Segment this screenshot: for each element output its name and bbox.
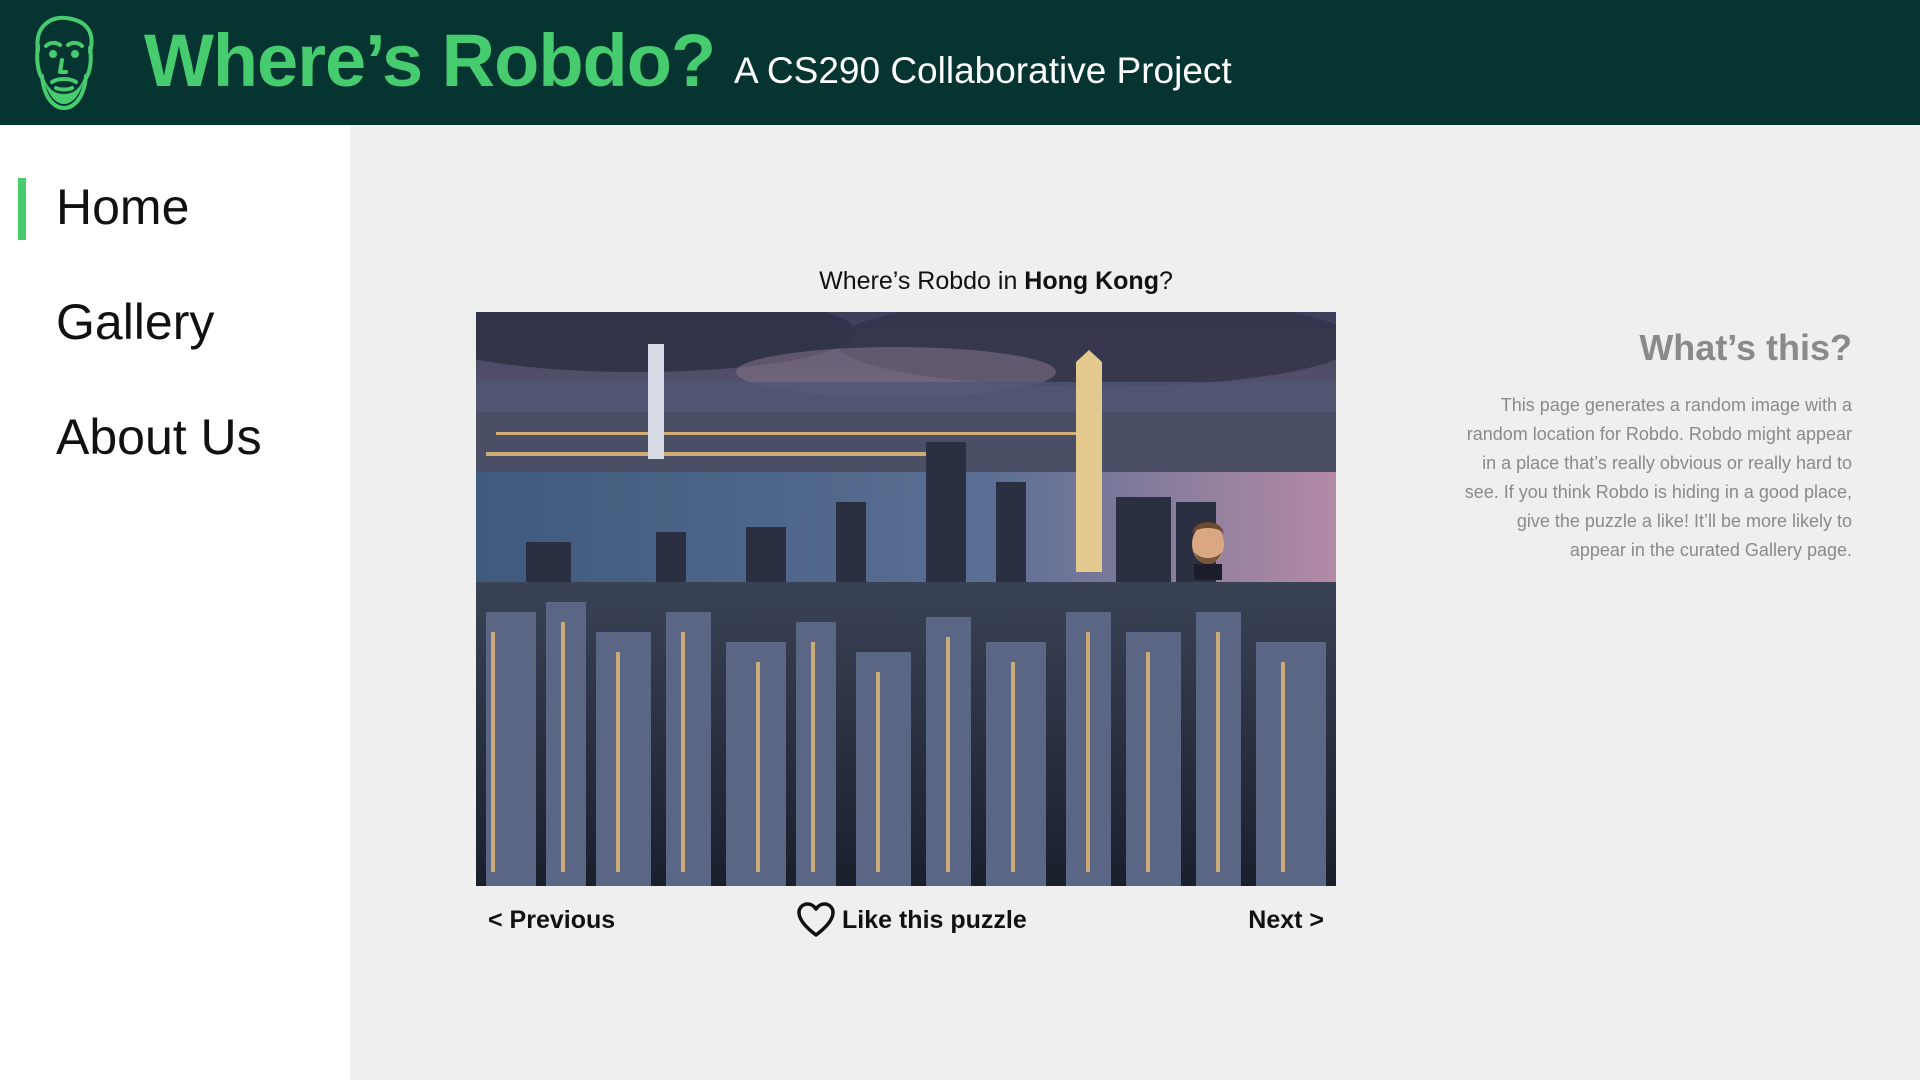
site-subtitle: A CS290 Collaborative Project [734, 50, 1232, 91]
next-button[interactable]: Next > [1248, 895, 1324, 945]
robdo-face-icon[interactable] [24, 12, 104, 112]
site-header: Where’s Robdo? A CS290 Collaborative Pro… [0, 0, 1920, 125]
like-button[interactable]: Like this puzzle [796, 895, 1027, 945]
puzzle-caption: Where’s Robdo in Hong Kong? [736, 267, 1256, 296]
hong-kong-skyline-photo[interactable] [476, 312, 1336, 886]
main-content: Where’s Robdo in Hong Kong? < Previous L… [350, 125, 1920, 1080]
puzzle-image[interactable] [476, 312, 1336, 886]
sidebar-item-about-us[interactable]: About Us [56, 407, 262, 467]
heart-outline-icon[interactable] [796, 900, 836, 940]
robdo-hidden-face[interactable] [1192, 522, 1224, 580]
puzzle-controls: < Previous Like this puzzle Next > [476, 895, 1336, 945]
site-title[interactable]: Where’s Robdo? [144, 16, 716, 106]
info-title: What’s this? [1639, 327, 1852, 368]
like-label[interactable]: Like this puzzle [842, 895, 1027, 945]
puzzle-location: Hong Kong [1024, 267, 1159, 295]
info-panel: What’s this? This page generates a rando… [1460, 325, 1852, 565]
caption-prefix: Where’s Robdo in [819, 267, 1025, 295]
previous-button[interactable]: < Previous [488, 895, 615, 945]
sidebar-nav: Home Gallery About Us [0, 125, 350, 1080]
active-nav-indicator [18, 178, 26, 240]
caption-suffix: ? [1158, 267, 1173, 295]
info-body: This page generates a random image with … [1464, 395, 1852, 560]
sidebar-item-gallery[interactable]: Gallery [56, 292, 214, 352]
sidebar-item-home[interactable]: Home [56, 177, 189, 237]
